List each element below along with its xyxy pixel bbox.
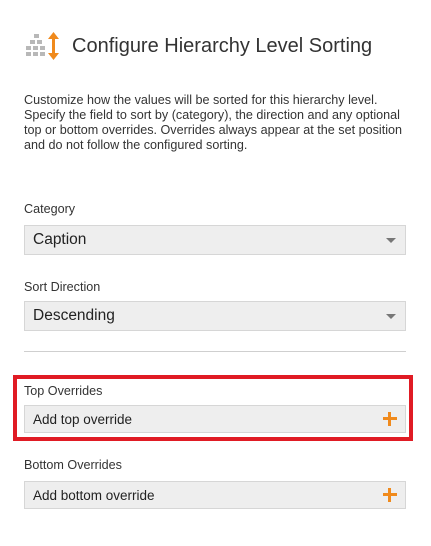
sort-direction-value: Descending bbox=[33, 307, 115, 324]
plus-icon[interactable] bbox=[383, 412, 397, 426]
sort-direction-select[interactable]: Descending bbox=[24, 301, 406, 331]
category-select[interactable]: Caption bbox=[24, 225, 406, 255]
top-overrides-label: Top Overrides bbox=[24, 384, 103, 398]
sort-direction-label: Sort Direction bbox=[24, 280, 101, 294]
chevron-down-icon bbox=[386, 314, 396, 319]
category-label: Category bbox=[24, 202, 76, 216]
description-text: Customize how the values will be sorted … bbox=[24, 93, 403, 152]
hierarchy-sort-icon bbox=[26, 32, 59, 60]
add-top-override-text: Add top override bbox=[33, 411, 133, 427]
category-value: Caption bbox=[33, 231, 87, 248]
add-top-override-button[interactable]: Add top override bbox=[24, 405, 406, 433]
plus-icon[interactable] bbox=[383, 488, 397, 502]
bottom-overrides-label: Bottom Overrides bbox=[24, 458, 122, 472]
panel-header: Configure Hierarchy Level Sorting bbox=[24, 30, 372, 62]
chevron-down-icon bbox=[386, 238, 396, 243]
add-bottom-override-button[interactable]: Add bottom override bbox=[24, 481, 406, 509]
section-divider bbox=[24, 351, 406, 352]
add-bottom-override-text: Add bottom override bbox=[33, 487, 155, 503]
sorting-panel: Configure Hierarchy Level Sorting Custom… bbox=[0, 0, 431, 546]
page-title: Configure Hierarchy Level Sorting bbox=[72, 34, 373, 57]
